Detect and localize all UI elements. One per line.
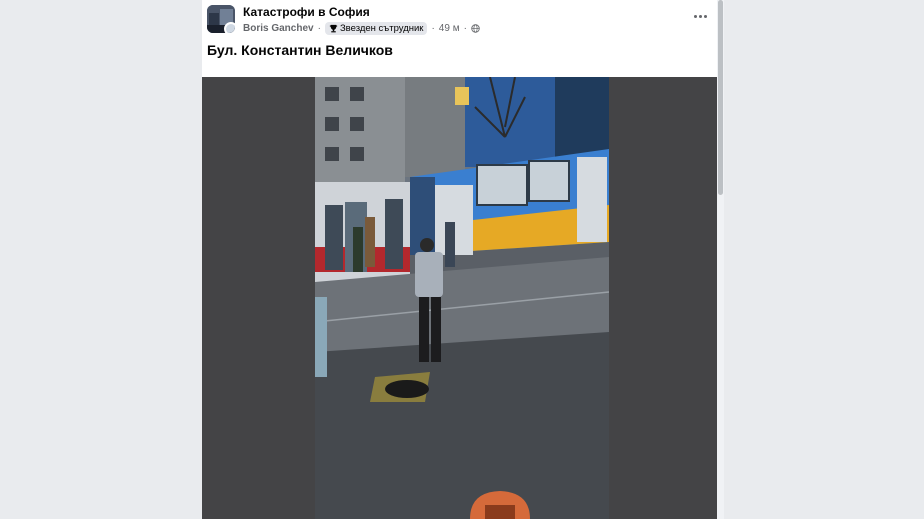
video-frame[interactable] (315, 77, 609, 519)
meta-separator: · (317, 22, 321, 34)
meta-separator-3: · (463, 22, 467, 34)
trophy-icon (329, 24, 338, 32)
contributor-badge[interactable]: Звезден сътрудник (324, 21, 428, 35)
post-header: Катастрофи в София Boris Ganchev · Звезд… (202, 0, 717, 76)
post-time[interactable]: 49 м (439, 23, 460, 34)
group-avatar[interactable] (207, 5, 235, 33)
meta-separator-2: · (431, 22, 435, 34)
author-link[interactable]: Boris Ganchev (243, 23, 314, 34)
globe-icon (471, 23, 480, 33)
post-media[interactable] (202, 77, 717, 519)
avatar-badge (224, 22, 235, 33)
post-card: Катастрофи в София Boris Ganchev · Звезд… (202, 0, 717, 519)
scrollbar[interactable] (717, 0, 724, 519)
scrollbar-thumb[interactable] (718, 0, 723, 195)
more-options-icon[interactable] (691, 9, 709, 23)
post-meta: Boris Ganchev · Звезден сътрудник · 49 м… (243, 21, 480, 35)
group-name-link[interactable]: Катастрофи в София (243, 5, 370, 19)
post-text: Бул. Константин Величков (207, 42, 393, 58)
badge-label: Звезден сътрудник (339, 22, 424, 34)
